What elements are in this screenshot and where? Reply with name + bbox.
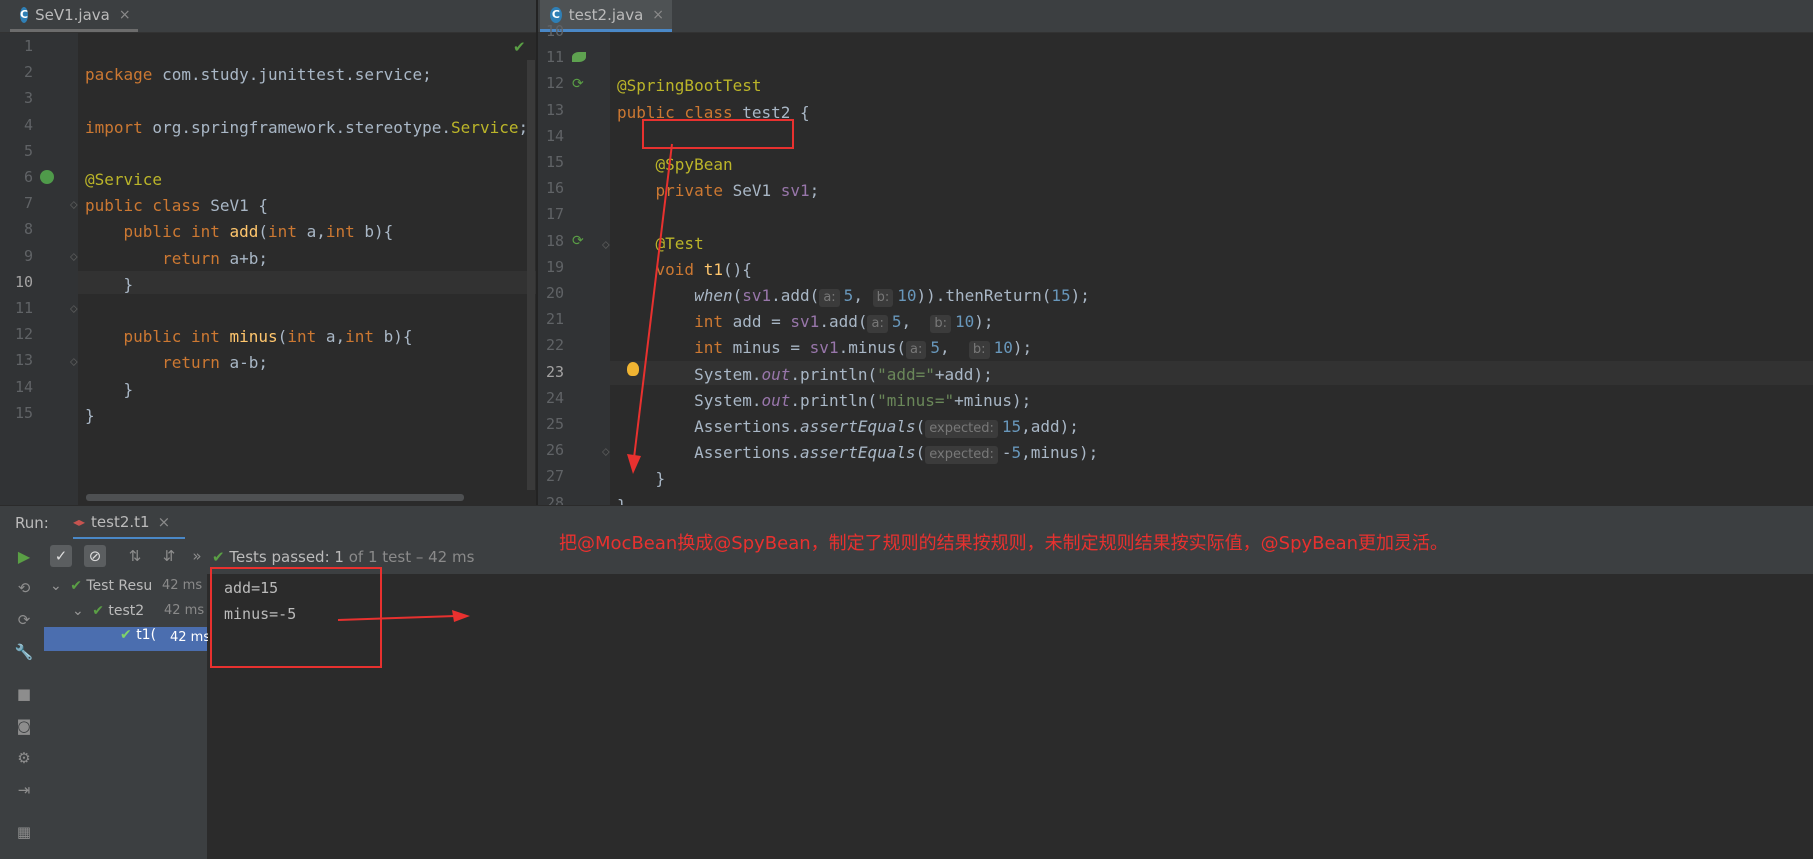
sort-by-duration-icon[interactable]: ⇵ (158, 545, 180, 567)
java-test-class-icon: C (550, 6, 562, 23)
line-number: 6 (23, 168, 33, 186)
camera-icon[interactable]: ◙ (13, 715, 35, 737)
line-number: 12 (545, 74, 564, 93)
passed-check-icon: ✔ (212, 548, 225, 566)
left-editor-hscrollbar[interactable] (86, 494, 464, 501)
import-tests-icon[interactable]: ⇥ (13, 779, 35, 801)
toggle-auto-test-icon[interactable]: ⟳ (13, 609, 35, 631)
line-number: 13 (14, 351, 33, 370)
fold-icon[interactable]: ⬦ (70, 355, 78, 369)
rerun-failed-icon[interactable]: ⟲ (13, 577, 35, 599)
fold-icon[interactable]: ⬦ (70, 198, 78, 212)
passed-check-icon: ✔ (92, 603, 104, 619)
left-editor-scrollbar-track (527, 60, 535, 490)
line-number: 22 (545, 336, 564, 355)
line-number: 5 (23, 141, 33, 160)
line-number: 23 (545, 362, 564, 381)
status-prefix: Tests passed: (229, 548, 330, 566)
line-number: 3 (23, 89, 33, 108)
tab-label: SeV1.java (35, 5, 110, 24)
run-label: Run: (15, 514, 49, 532)
tree-label: test2 (108, 603, 145, 619)
annotation-arrow (627, 143, 673, 474)
gear-icon[interactable]: ⚙ (13, 747, 35, 769)
fold-icon[interactable]: ⬦ (70, 302, 78, 316)
line-number: 25 (545, 415, 564, 433)
status-count: 1 (334, 548, 344, 566)
tree-time: 42 ms (164, 603, 205, 618)
show-passed-toggle-icon[interactable]: ✓ (50, 545, 72, 567)
line-number: 19 (545, 257, 564, 276)
tab-sev1-java[interactable]: C SeV1.java × (10, 0, 138, 32)
tree-node-test-results[interactable]: ⌄ ✔ Test Resu 42 ms (44, 578, 207, 602)
tree-time: 42 ms (170, 630, 211, 645)
line-number: 7 (23, 194, 33, 213)
run-tab-label: test2.t1 (91, 512, 150, 531)
tests-status: ✔ Tests passed: 1 of 1 test – 42 ms (212, 548, 474, 566)
line-number: 11 (14, 299, 33, 317)
line-number: 12 (14, 325, 33, 344)
passed-check-icon: ✔ (70, 578, 82, 594)
tree-node-test2[interactable]: ⌄ ✔ test2 42 ms (44, 603, 207, 627)
spring-leaf-icon[interactable] (572, 52, 586, 62)
left-code: package com.study.junittest.service; imp… (85, 65, 529, 425)
line-number: 26 (545, 441, 564, 460)
stop-icon[interactable]: ■ (13, 683, 35, 705)
status-suffix: of 1 test – 42 ms (348, 548, 475, 566)
line-number: 20 (545, 284, 564, 302)
line-number: 11 (545, 48, 564, 67)
line-number: 9 (23, 246, 33, 265)
close-icon[interactable]: × (119, 7, 131, 23)
java-class-icon: C (20, 6, 29, 23)
annotation-note: 把@MocBean换成@SpyBean，制定了规则的结果按规则，未制定规则结果按… (559, 533, 1449, 554)
layout-icon[interactable]: ▦ (13, 821, 35, 843)
show-ignored-toggle-icon[interactable]: ⊘ (84, 545, 106, 567)
line-number: 24 (545, 388, 564, 407)
annotation-arrow (337, 610, 470, 622)
run-test-icon[interactable]: ⟳ (572, 76, 584, 92)
run-side-toolbar: ▶ ⟲ ⟳ 🔧 ■ ◙ ⚙ ⇥ ▦ (0, 539, 44, 859)
test-tree: ⌄ ✔ Test Resu 42 ms ⌄ ✔ test2 42 ms ✔ t1… (44, 574, 211, 859)
tree-node-t1-selected[interactable]: ✔ t1( 42 ms (44, 627, 211, 651)
run-tab[interactable]: ◂▸ test2.t1 × (73, 506, 185, 540)
right-code: @SpringBootTest public class test2 { @Sp… (617, 76, 1099, 514)
test-run-icon: ◂▸ (73, 514, 86, 529)
fold-icon[interactable]: ⬦ (70, 250, 78, 264)
rerun-icon[interactable]: ▶ (13, 545, 35, 567)
line-number: 2 (23, 63, 33, 82)
tree-time: 42 ms (162, 578, 203, 593)
line-number: 21 (545, 310, 564, 329)
no-problems-check-icon: ✔ (513, 38, 526, 56)
more-actions-icon[interactable]: » (186, 545, 208, 567)
line-number: 10 (545, 22, 564, 40)
tree-label: t1( (136, 627, 157, 643)
line-number: 15 (14, 403, 33, 422)
line-number: 16 (545, 179, 564, 198)
tree-label: Test Resu (86, 578, 153, 594)
line-number: 8 (23, 220, 33, 239)
line-number: 15 (545, 153, 564, 171)
line-number: 4 (23, 115, 33, 134)
passed-check-icon: ✔ (120, 627, 132, 643)
line-number: 14 (545, 126, 564, 145)
run-test-icon[interactable]: ⟳ (572, 233, 584, 249)
close-icon[interactable]: × (158, 513, 171, 531)
line-number: 18 (545, 231, 564, 250)
settings-wrench-icon[interactable]: 🔧 (13, 641, 35, 663)
line-number: 17 (545, 205, 564, 224)
line-number: 13 (545, 100, 564, 119)
line-number: 10 (14, 272, 33, 291)
spring-bean-icon[interactable] (40, 170, 54, 184)
sort-alphabetically-icon[interactable]: ⇅ (124, 545, 146, 567)
line-number: 1 (23, 37, 33, 55)
line-number: 14 (14, 377, 33, 396)
line-number: 27 (545, 467, 564, 486)
